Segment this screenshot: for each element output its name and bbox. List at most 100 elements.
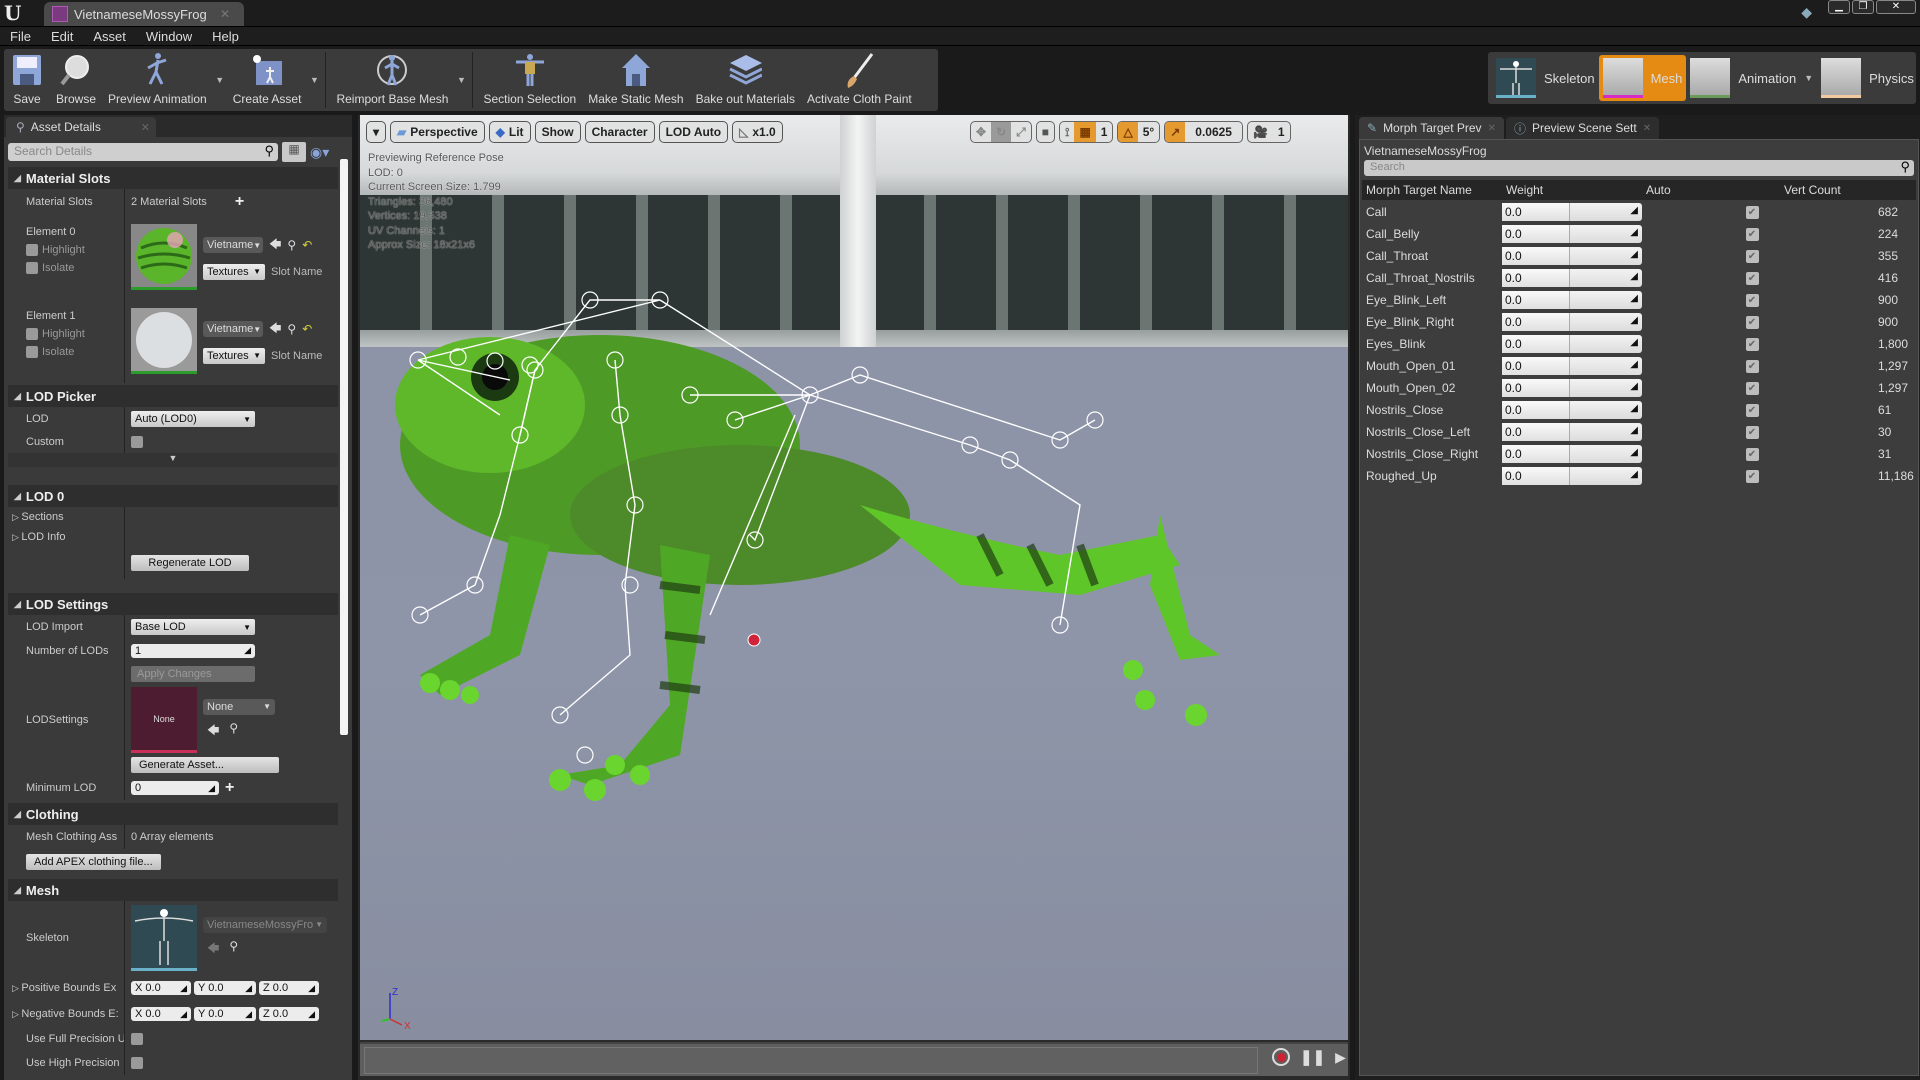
preview-animation-button[interactable]: Preview Animation xyxy=(102,49,213,111)
morph-weight-input[interactable]: 0.0 ◢ xyxy=(1502,313,1642,331)
menu-asset[interactable]: Asset xyxy=(83,27,136,45)
auto-checkbox[interactable]: ✔ xyxy=(1745,337,1759,351)
drag-handle-icon[interactable]: ◢ xyxy=(1630,403,1638,414)
lod-dropdown[interactable]: Auto (LOD0) ▼ xyxy=(131,411,255,427)
morph-weight-input[interactable]: 0.0 ◢ xyxy=(1502,291,1642,309)
camera-speed-icon[interactable]: 🎥 xyxy=(1248,122,1273,142)
close-window-button[interactable]: ✕ xyxy=(1876,0,1916,14)
playback-speed-button[interactable]: ◺ x1.0 xyxy=(732,121,783,143)
create-asset-dropdown[interactable]: ▼ xyxy=(307,49,321,111)
morph-target-row[interactable]: Mouth_Open_02 0.0 ◢ ✔ 1,297 xyxy=(1362,377,1916,399)
bake-out-materials-button[interactable]: Bake out Materials xyxy=(690,49,801,111)
morph-target-row[interactable]: Call_Belly 0.0 ◢ ✔ 224 xyxy=(1362,223,1916,245)
lodsettings-thumbnail[interactable]: None xyxy=(131,687,197,753)
full-precision-uvs-checkbox[interactable] xyxy=(131,1033,143,1045)
camera-speed-value[interactable]: 1 xyxy=(1273,122,1290,142)
make-static-mesh-button[interactable]: Make Static Mesh xyxy=(582,49,689,111)
browse-asset-icon[interactable]: ⚲ xyxy=(287,238,296,252)
generate-asset-button[interactable]: Generate Asset... xyxy=(131,757,279,773)
custom-checkbox[interactable] xyxy=(131,436,143,448)
save-button[interactable]: Save xyxy=(4,49,50,111)
morph-target-row[interactable]: Nostrils_Close_Right 0.0 ◢ ✔ 31 xyxy=(1362,443,1916,465)
lod-import-dropdown[interactable]: Base LOD ▼ xyxy=(131,619,255,635)
material-thumbnail[interactable] xyxy=(131,308,197,374)
textures-dropdown[interactable]: Textures ▼ xyxy=(203,263,265,280)
apply-changes-button[interactable]: Apply Changes xyxy=(131,666,255,682)
drag-handle-icon[interactable]: ◢ xyxy=(1630,249,1638,260)
coordinate-system-icon[interactable]: ■ xyxy=(1037,122,1054,142)
expand-sections-icon[interactable]: ▷ xyxy=(12,512,21,522)
material-combo[interactable]: Vietname ▼ xyxy=(203,237,263,253)
browse-button[interactable]: Browse xyxy=(50,49,102,111)
positive-bounds-z-input[interactable]: Z 0.0 ◢ xyxy=(259,981,319,995)
drag-handle-icon[interactable]: ◢ xyxy=(1630,469,1638,480)
morph-weight-input[interactable]: 0.0 ◢ xyxy=(1502,225,1642,243)
step-forward-button[interactable]: ▶ xyxy=(1335,1049,1346,1066)
use-selected-arrow-icon[interactable]: 🡄 xyxy=(207,939,219,960)
grid-snap-toggle[interactable]: ▦ xyxy=(1074,122,1096,142)
morph-target-row[interactable]: Call_Throat_Nostrils 0.0 ◢ ✔ 416 xyxy=(1362,267,1916,289)
positive-bounds-x-input[interactable]: X 0.0 ◢ xyxy=(131,981,191,995)
morph-target-row[interactable]: Eyes_Blink 0.0 ◢ ✔ 1,800 xyxy=(1362,333,1916,355)
regenerate-lod-button[interactable]: Regenerate LOD xyxy=(131,555,249,571)
skeleton-thumbnail[interactable] xyxy=(131,905,197,971)
morph-search-input[interactable]: Search ⚲ xyxy=(1364,159,1914,176)
section-selection-button[interactable]: Section Selection xyxy=(477,49,582,111)
isolate-checkbox[interactable] xyxy=(26,346,38,358)
highlight-checkbox[interactable] xyxy=(26,244,38,256)
drag-handle-icon[interactable]: ◢ xyxy=(1630,271,1638,282)
column-header-vert-count[interactable]: Vert Count xyxy=(1780,183,1841,197)
show-button[interactable]: Show xyxy=(534,121,581,143)
document-tab[interactable]: VietnameseMossyFrog ✕ xyxy=(44,2,244,26)
character-button[interactable]: Character xyxy=(584,121,655,143)
scale-snap-toggle[interactable]: ↗ xyxy=(1165,122,1186,142)
auto-checkbox[interactable]: ✔ xyxy=(1745,403,1759,417)
morph-weight-input[interactable]: 0.0 ◢ xyxy=(1502,247,1642,265)
drag-handle-icon[interactable]: ◢ xyxy=(1630,359,1638,370)
skeleton-combo[interactable]: VietnameseMossyFro ▼ xyxy=(203,916,327,933)
expand-negative-bounds-icon[interactable]: ▷ xyxy=(12,1009,21,1019)
positive-bounds-y-input[interactable]: Y 0.0 ◢ xyxy=(194,981,256,995)
learn-icon[interactable]: ◆ xyxy=(1801,4,1812,21)
drag-handle-icon[interactable]: ◢ xyxy=(1630,447,1638,458)
asset-details-tab[interactable]: ⚲ Asset Details ✕ xyxy=(6,117,156,137)
auto-checkbox[interactable]: ✔ xyxy=(1745,205,1759,219)
expand-lod-info-icon[interactable]: ▷ xyxy=(12,532,21,542)
unreal-logo-icon[interactable]: U xyxy=(4,1,21,25)
menu-file[interactable]: File xyxy=(0,27,41,45)
morph-weight-input[interactable]: 0.0 ◢ xyxy=(1502,335,1642,353)
morph-weight-input[interactable]: 0.0 ◢ xyxy=(1502,467,1642,485)
details-scrollbar[interactable] xyxy=(340,159,348,735)
property-matrix-button[interactable]: ▦ xyxy=(282,142,306,162)
mode-physics-button[interactable]: Physics xyxy=(1817,55,1918,101)
morph-target-row[interactable]: Eye_Blink_Left 0.0 ◢ ✔ 900 xyxy=(1362,289,1916,311)
auto-checkbox[interactable]: ✔ xyxy=(1745,315,1759,329)
negative-bounds-z-input[interactable]: Z 0.0 ◢ xyxy=(259,1007,319,1021)
mesh-header[interactable]: ◢ Mesh xyxy=(8,879,338,901)
mode-animation-button[interactable]: Animation ▼ xyxy=(1686,55,1817,101)
scale-snap-value[interactable]: 0.0625 xyxy=(1185,122,1242,142)
column-header-auto[interactable]: Auto xyxy=(1642,183,1780,197)
auto-checkbox[interactable]: ✔ xyxy=(1745,447,1759,461)
morph-weight-input[interactable]: 0.0 ◢ xyxy=(1502,423,1642,441)
min-lod-input[interactable]: 0 ◢ xyxy=(131,781,219,795)
restore-button[interactable]: ❐ xyxy=(1852,0,1874,14)
use-selected-arrow-icon[interactable]: 🡄 xyxy=(269,319,281,340)
close-tab-icon[interactable]: ✕ xyxy=(141,121,150,134)
lodsettings-combo[interactable]: None ▼ xyxy=(203,698,275,715)
rotation-snap-value[interactable]: 5° xyxy=(1138,122,1159,142)
browse-asset-icon[interactable]: ⚲ xyxy=(229,721,238,742)
lod-picker-header[interactable]: ◢ LOD Picker xyxy=(8,385,338,407)
record-button[interactable] xyxy=(1272,1048,1290,1066)
mode-mesh-button[interactable]: Mesh xyxy=(1598,55,1687,101)
num-lods-input[interactable]: 1 ◢ xyxy=(131,643,255,658)
morph-target-row[interactable]: Mouth_Open_01 0.0 ◢ ✔ 1,297 xyxy=(1362,355,1916,377)
perspective-button[interactable]: ▰ Perspective xyxy=(390,121,485,143)
auto-checkbox[interactable]: ✔ xyxy=(1745,425,1759,439)
isolate-checkbox[interactable] xyxy=(26,262,38,274)
use-selected-arrow-icon[interactable]: 🡄 xyxy=(269,235,281,256)
drag-handle-icon[interactable]: ◢ xyxy=(1630,205,1638,216)
morph-weight-input[interactable]: 0.0 ◢ xyxy=(1502,379,1642,397)
morph-target-row[interactable]: Nostrils_Close_Left 0.0 ◢ ✔ 30 xyxy=(1362,421,1916,443)
add-material-slot-button[interactable]: + xyxy=(235,193,244,211)
